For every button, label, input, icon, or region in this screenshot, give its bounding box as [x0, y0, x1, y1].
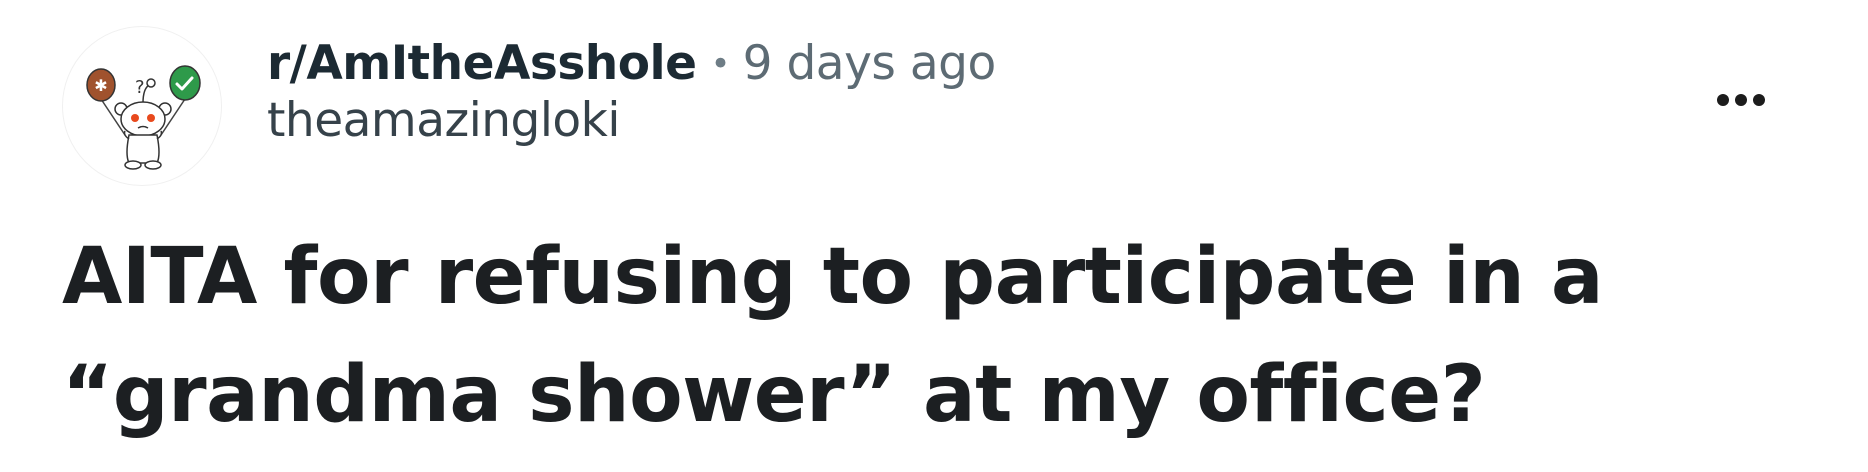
subreddit-avatar[interactable]: ✱ ? — [62, 26, 222, 186]
subreddit-link[interactable]: r/AmItheAsshole — [267, 36, 697, 91]
reddit-snoo-avatar-icon: ✱ ? — [86, 65, 201, 170]
post-title[interactable]: AITA for refusing to participate in a “g… — [62, 218, 1822, 454]
post-meta-line: r/AmItheAsshole • 9 days ago — [267, 36, 996, 91]
svg-text:?: ? — [135, 77, 145, 98]
meta-separator: • — [710, 44, 731, 84]
more-options-button[interactable] — [1696, 70, 1786, 130]
author-link[interactable]: theamazingloki — [267, 93, 996, 148]
svg-text:✱: ✱ — [94, 76, 107, 95]
post-age: 9 days ago — [742, 36, 997, 91]
post-header: ✱ ? r/AmItheAsshole • 9 days ago theamaz… — [62, 26, 1822, 186]
post-meta: r/AmItheAsshole • 9 days ago theamazingl… — [267, 36, 996, 148]
more-options-icon — [1714, 94, 1768, 106]
